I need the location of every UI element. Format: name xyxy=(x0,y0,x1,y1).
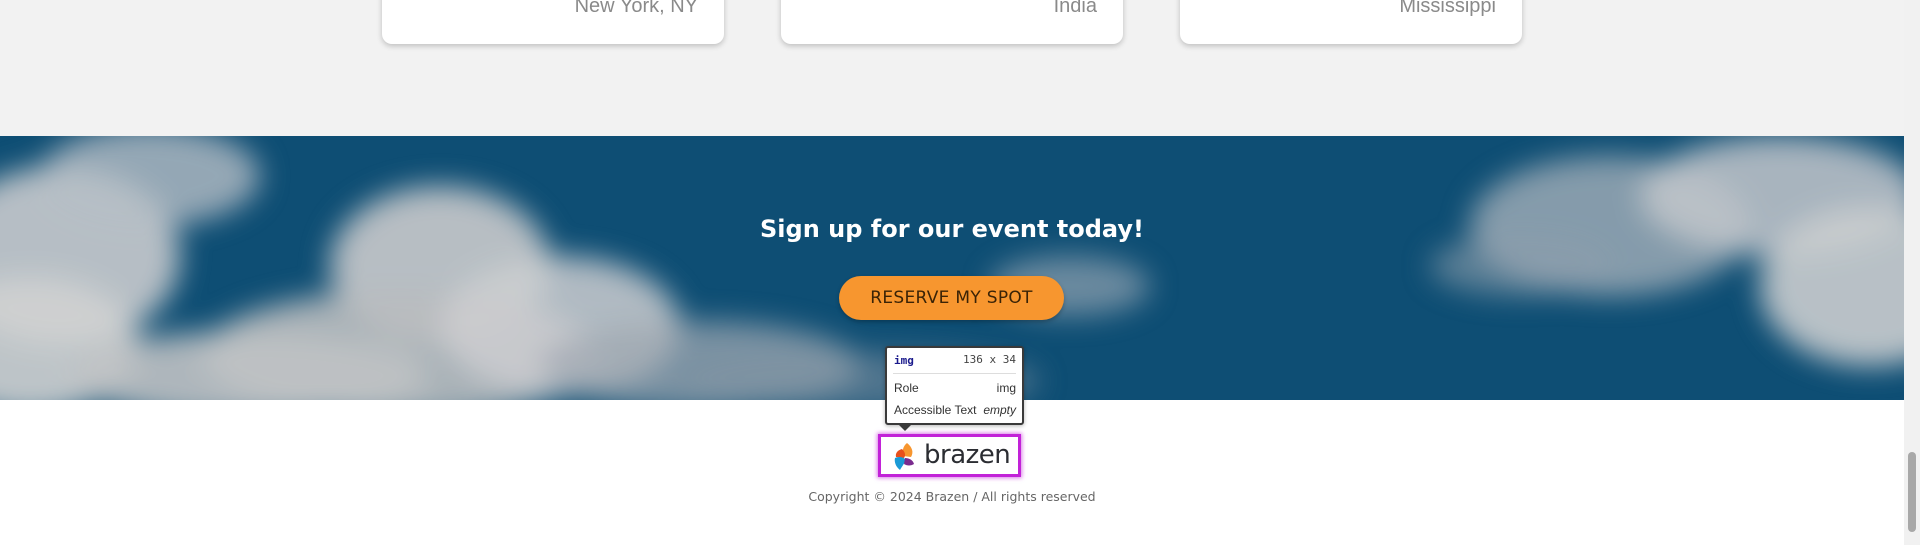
copyright-text: Copyright © 2024 Brazen / All rights res… xyxy=(808,489,1096,504)
tooltip-role-label: Role xyxy=(894,381,919,395)
tooltip-dimensions: 136 x 34 xyxy=(963,353,1016,366)
tooltip-accessible-text-row: Accessible Text empty xyxy=(894,402,1016,418)
page-scrollbar[interactable] xyxy=(1904,0,1920,545)
element-inspector-tooltip: img 136 x 34 Role img Accessible Text em… xyxy=(885,346,1024,431)
scrollbar-thumb[interactable] xyxy=(1908,452,1916,532)
reserve-my-spot-button[interactable]: RESERVE MY SPOT xyxy=(839,276,1064,320)
location-card: India xyxy=(781,0,1123,44)
brazen-wordmark: brazen xyxy=(924,440,1011,470)
signup-heading: Sign up for our event today! xyxy=(760,215,1144,243)
location-card: Mississippi xyxy=(1180,0,1522,44)
tooltip-divider xyxy=(893,373,1016,374)
inspected-logo-highlight[interactable]: brazen xyxy=(878,434,1021,477)
card-location: Mississippi xyxy=(1399,0,1496,17)
tooltip-tag-name: img xyxy=(894,354,914,367)
tooltip-header-row: img 136 x 34 xyxy=(894,352,1016,368)
location-card: New York, NY xyxy=(382,0,724,44)
tooltip-accessible-text-value: empty xyxy=(983,403,1016,417)
tooltip-accessible-text-label: Accessible Text xyxy=(894,403,977,417)
card-location: India xyxy=(1053,0,1097,17)
card-location: New York, NY xyxy=(574,0,698,17)
tooltip-role-value: img xyxy=(996,381,1016,395)
speaker-cards-section: New York, NY India Mississippi xyxy=(0,0,1904,136)
tooltip-pointer-arrow xyxy=(898,424,912,431)
tooltip-role-row: Role img xyxy=(894,380,1016,396)
brazen-logo-icon xyxy=(894,443,914,470)
